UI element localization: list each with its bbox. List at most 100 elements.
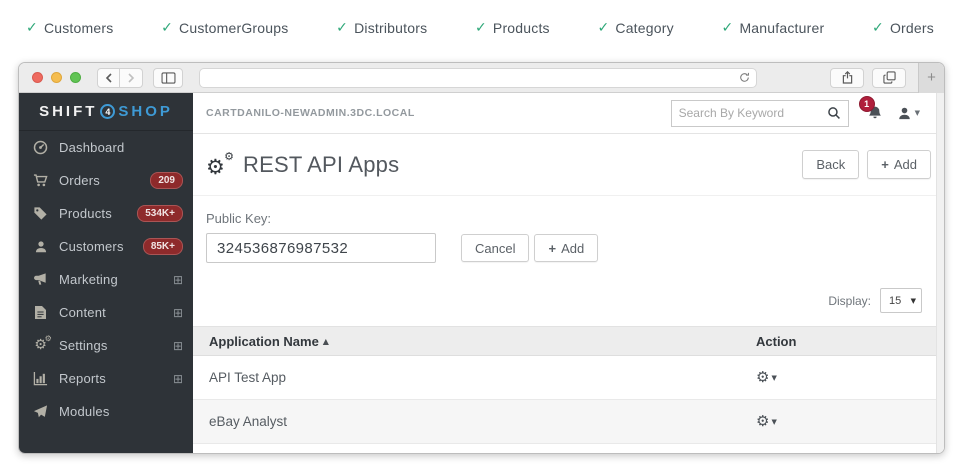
table-row[interactable]: eBay Analyst ⚙ ▼	[193, 400, 944, 444]
row-action-dropdown[interactable]: ⚙ ▼	[756, 370, 944, 385]
admin-sidebar: SHIFT 4 SHOP Dashboard Orders 209	[19, 93, 193, 454]
status-item-distributors[interactable]: ✓ Distributors	[336, 20, 427, 36]
reload-icon[interactable]	[739, 72, 750, 83]
sidebar-item-modules[interactable]: Modules	[19, 395, 193, 428]
display-count-value: 15	[889, 295, 911, 307]
back-button[interactable]: Back	[802, 150, 859, 179]
sidebar-panel-icon	[161, 72, 176, 84]
zoom-window-button[interactable]	[70, 72, 81, 83]
address-bar[interactable]	[199, 68, 757, 88]
expand-plus-icon[interactable]: ⊞	[173, 273, 183, 287]
notifications-button[interactable]: 1	[867, 105, 883, 121]
add-key-button[interactable]: + Add	[534, 234, 598, 262]
new-tab-button[interactable]: +	[918, 63, 944, 93]
status-item-manufacturer[interactable]: ✓ Manufacturer	[722, 20, 825, 36]
customers-count-badge: 85K+	[143, 238, 183, 255]
page-title: REST API Apps	[243, 152, 399, 178]
sidebar-item-marketing[interactable]: Marketing ⊞	[19, 263, 193, 296]
chevron-down-icon: ▼	[771, 418, 776, 426]
table-header: Application Name ▲ Action	[193, 326, 944, 356]
share-button[interactable]	[830, 68, 864, 88]
display-count-select[interactable]: 15 ▼	[880, 288, 922, 313]
gear-icon: ⚙	[756, 414, 769, 429]
plus-icon: +	[881, 157, 889, 172]
status-item-products[interactable]: ✓ Products	[475, 20, 550, 36]
close-window-button[interactable]	[32, 72, 43, 83]
account-menu-button[interactable]: ▼	[897, 106, 920, 121]
sidebar-item-products[interactable]: Products 534K+	[19, 197, 193, 230]
share-icon	[842, 71, 853, 84]
cancel-button[interactable]: Cancel	[461, 234, 529, 262]
megaphone-icon	[32, 272, 49, 287]
sidebar-item-orders[interactable]: Orders 209	[19, 164, 193, 197]
gear-icon: ⚙	[756, 370, 769, 385]
public-key-input[interactable]	[206, 233, 436, 263]
display-label: Display:	[828, 294, 871, 308]
tabs-icon	[883, 71, 896, 84]
sidebar-item-reports[interactable]: Reports ⊞	[19, 362, 193, 395]
store-host-label: CARTDANILO-NEWADMIN.3DC.LOCAL	[206, 107, 415, 119]
status-item-label: Products	[493, 20, 550, 36]
window-controls	[32, 72, 81, 83]
column-label: Action	[756, 334, 796, 349]
public-key-form: Public Key: Cancel + Add	[193, 196, 944, 263]
back-button[interactable]	[97, 68, 120, 88]
search-input[interactable]	[679, 106, 827, 120]
shift4shop-logo[interactable]: SHIFT 4 SHOP	[19, 93, 193, 131]
minimize-window-button[interactable]	[51, 72, 62, 83]
sidebar-item-settings[interactable]: ⚙⚙ Settings ⊞	[19, 329, 193, 362]
keyword-search[interactable]	[671, 100, 849, 127]
gears-icon: ⚙⚙	[32, 338, 49, 353]
sidebar-item-label: Orders	[59, 173, 150, 188]
status-item-label: Distributors	[354, 20, 427, 36]
chevron-left-icon	[105, 73, 113, 83]
app-name-cell: API Test App	[193, 370, 756, 385]
status-item-customers[interactable]: ✓ Customers	[26, 20, 113, 36]
document-icon	[32, 305, 49, 320]
sidebar-item-label: Content	[59, 305, 173, 320]
status-item-customergroups[interactable]: ✓ CustomerGroups	[161, 20, 288, 36]
row-action-dropdown[interactable]: ⚙ ▼	[756, 414, 944, 429]
user-icon	[32, 240, 49, 254]
status-item-category[interactable]: ✓ Category	[597, 20, 673, 36]
browser-chrome: +	[19, 63, 944, 93]
plus-icon: +	[927, 69, 936, 86]
address-input[interactable]	[206, 72, 739, 84]
sidebar-item-customers[interactable]: Customers 85K+	[19, 230, 193, 263]
expand-plus-icon[interactable]: ⊞	[173, 306, 183, 320]
sidebar-item-label: Dashboard	[59, 140, 183, 155]
expand-plus-icon[interactable]: ⊞	[173, 339, 183, 353]
status-item-orders[interactable]: ✓ Orders	[872, 20, 934, 36]
app-name-cell: eBay Analyst	[193, 414, 756, 429]
orders-count-badge: 209	[150, 172, 183, 189]
add-app-button[interactable]: + Add	[867, 150, 931, 179]
sidebar-item-label: Customers	[59, 239, 143, 254]
check-icon: ✓	[161, 20, 173, 36]
check-icon: ✓	[872, 20, 884, 36]
table-row[interactable]: API Test App ⚙ ▼	[193, 356, 944, 400]
sidebar-item-content[interactable]: Content ⊞	[19, 296, 193, 329]
check-icon: ✓	[722, 20, 734, 36]
tabs-overview-button[interactable]	[872, 68, 906, 88]
add-button-label: Add	[561, 241, 584, 256]
column-action: Action	[756, 334, 944, 349]
sidebar-toggle-button[interactable]	[153, 68, 183, 88]
sidebar-item-dashboard[interactable]: Dashboard	[19, 131, 193, 164]
plus-icon: +	[548, 241, 556, 256]
tags-icon	[32, 206, 49, 221]
sidebar-item-label: Products	[59, 206, 137, 221]
chevron-right-icon	[127, 73, 135, 83]
check-icon: ✓	[336, 20, 348, 36]
scrollbar[interactable]	[936, 93, 944, 454]
dashboard-icon	[32, 140, 49, 155]
expand-plus-icon[interactable]: ⊞	[173, 372, 183, 386]
display-row: Display: 15 ▼	[193, 288, 944, 313]
add-button-label: Add	[894, 157, 917, 172]
chevron-down-icon: ▼	[771, 374, 776, 382]
main-content: CARTDANILO-NEWADMIN.3DC.LOCAL 1	[193, 93, 944, 454]
forward-button[interactable]	[120, 68, 143, 88]
search-icon[interactable]	[827, 106, 841, 120]
admin-topbar: CARTDANILO-NEWADMIN.3DC.LOCAL 1	[193, 93, 944, 134]
column-application-name[interactable]: Application Name ▲	[193, 334, 756, 349]
logo-text-shop: SHOP	[118, 103, 173, 120]
